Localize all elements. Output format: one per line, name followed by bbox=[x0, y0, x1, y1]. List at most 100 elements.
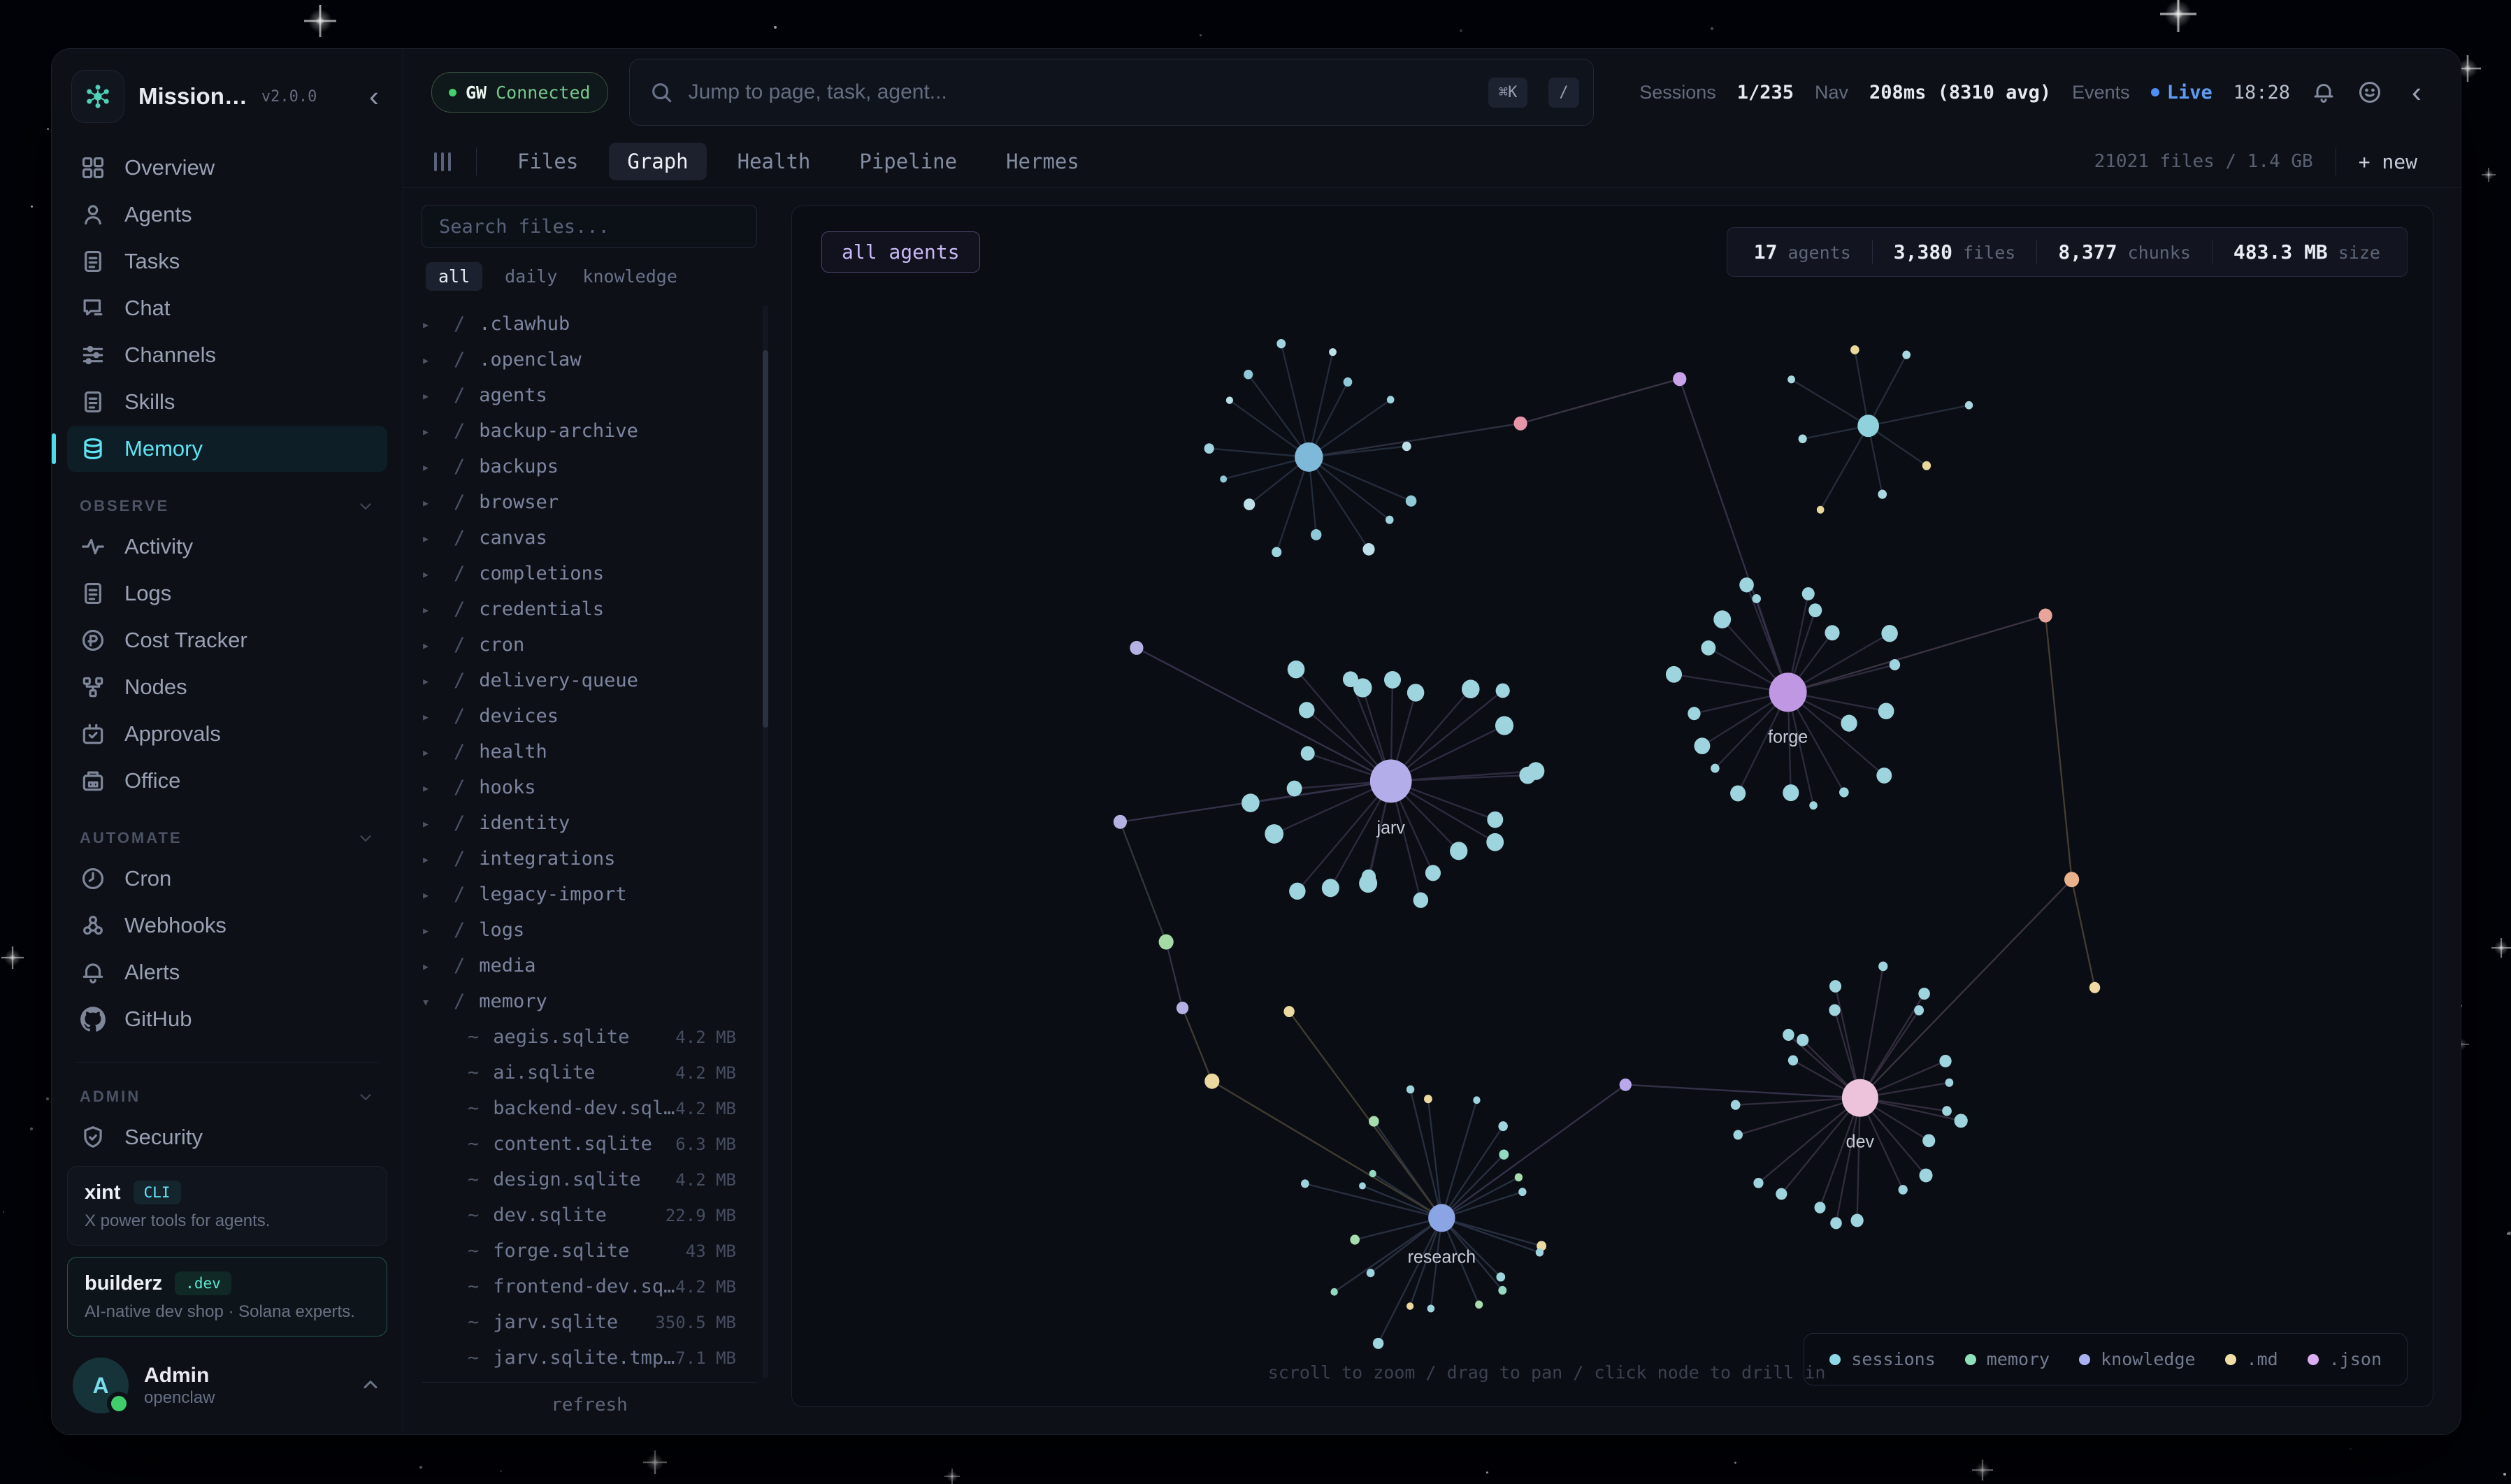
user-menu[interactable]: A Admin openclaw bbox=[67, 1348, 387, 1413]
legend-label: knowledge bbox=[2101, 1349, 2195, 1369]
tree-folder-devices[interactable]: ▸/devices bbox=[422, 698, 757, 734]
sidebar-item-github[interactable]: GitHub bbox=[67, 996, 387, 1042]
section-header-observe[interactable]: OBSERVE bbox=[80, 497, 375, 515]
star-sparkle-icon bbox=[2491, 938, 2511, 958]
sidebar-item-skills[interactable]: Skills bbox=[67, 379, 387, 425]
star-sparkle-icon bbox=[643, 1450, 667, 1474]
sidebar-item-cron[interactable]: Cron bbox=[67, 856, 387, 902]
graph-panel[interactable]: jarvforgedevresearch all agents 17agents… bbox=[791, 206, 2433, 1407]
tree-folder-hooks[interactable]: ▸/hooks bbox=[422, 770, 757, 805]
tree-file-forge-sqlite[interactable]: ~forge.sqlite43 MB bbox=[422, 1233, 757, 1269]
sidebar-item-nodes[interactable]: Nodes bbox=[67, 664, 387, 710]
tab-health[interactable]: Health bbox=[719, 143, 829, 180]
live-dot-icon bbox=[2151, 88, 2159, 96]
new-file-button[interactable]: + new bbox=[2359, 150, 2417, 173]
file-size: 350.5 MB bbox=[655, 1313, 757, 1332]
tab-hermes[interactable]: Hermes bbox=[988, 143, 1098, 180]
scrollbar-thumb[interactable] bbox=[763, 350, 768, 728]
star-sparkle-icon bbox=[1972, 1460, 1993, 1481]
panel-collapse-icon[interactable]: ‹ bbox=[2412, 78, 2422, 107]
tree-folder-agents[interactable]: ▸/agents bbox=[422, 377, 757, 413]
slash-keycap: / bbox=[1548, 78, 1578, 108]
columns-icon[interactable] bbox=[434, 152, 451, 171]
notifications-bell-button[interactable] bbox=[2311, 80, 2336, 105]
tree-file-design-sqlite[interactable]: ~design.sqlite4.2 MB bbox=[422, 1162, 757, 1197]
tree-file-aegis-sqlite[interactable]: ~aegis.sqlite4.2 MB bbox=[422, 1019, 757, 1055]
file-tree-scrollbar[interactable] bbox=[763, 305, 768, 1378]
sidebar-item-approvals[interactable]: Approvals bbox=[67, 711, 387, 757]
tree-file-backend-dev-sql[interactable]: ~backend-dev.sql…4.2 MB bbox=[422, 1090, 757, 1126]
tree-folder-identity[interactable]: ▸/identity bbox=[422, 805, 757, 841]
tree-file-content-sqlite[interactable]: ~content.sqlite6.3 MB bbox=[422, 1126, 757, 1162]
feedback-smiley-button[interactable] bbox=[2357, 80, 2382, 105]
file-size: 6.3 MB bbox=[675, 1134, 757, 1154]
sidebar-item-alerts[interactable]: Alerts bbox=[67, 949, 387, 995]
tree-file-jarv-sqlite-tmp[interactable]: ~jarv.sqlite.tmp…7.1 MB bbox=[422, 1340, 757, 1376]
sidebar-item-activity[interactable]: Activity bbox=[67, 524, 387, 570]
promo-card-xint[interactable]: xintCLIX power tools for agents. bbox=[67, 1166, 387, 1246]
tree-file-dev-sqlite[interactable]: ~dev.sqlite22.9 MB bbox=[422, 1197, 757, 1233]
sidebar-item-tasks[interactable]: Tasks bbox=[67, 238, 387, 284]
webhook-icon bbox=[80, 912, 106, 939]
sidebar-item-chat[interactable]: Chat bbox=[67, 285, 387, 331]
sidebar-item-webhooks[interactable]: Webhooks bbox=[67, 902, 387, 949]
sidebar-item-memory[interactable]: Memory bbox=[67, 426, 387, 472]
file-tree-panel: Search files... all daily knowledge ▸/.cla… bbox=[403, 188, 770, 1434]
global-search-input[interactable]: Jump to page, task, agent... ⌘K / bbox=[629, 59, 1594, 126]
live-label: Live bbox=[2167, 82, 2213, 103]
tree-folder-cron[interactable]: ▸/cron bbox=[422, 627, 757, 663]
stat-label: chunks bbox=[2128, 243, 2191, 263]
refresh-button[interactable]: refresh bbox=[422, 1382, 757, 1427]
tree-folder-browser[interactable]: ▸/browser bbox=[422, 484, 757, 520]
sidebar-item-logs[interactable]: Logs bbox=[67, 570, 387, 617]
tree-folder-openclaw[interactable]: ▸/.openclaw bbox=[422, 342, 757, 377]
clock-icon bbox=[80, 865, 106, 892]
tree-folder-completions[interactable]: ▸/completions bbox=[422, 556, 757, 591]
agent-graph[interactable]: jarvforgedevresearch bbox=[792, 206, 2433, 1406]
section-header-automate[interactable]: AUTOMATE bbox=[80, 829, 375, 847]
promo-card-builderz[interactable]: builderz.devAI-native dev shop · Solana … bbox=[67, 1257, 387, 1337]
sidebar-item-office[interactable]: Office bbox=[67, 758, 387, 804]
gateway-status-badge[interactable]: GW Connected bbox=[431, 72, 608, 113]
sidebar-item-channels[interactable]: Channels bbox=[67, 332, 387, 378]
sidebar-item-security[interactable]: Security bbox=[67, 1114, 387, 1160]
graph-legend: sessionsmemoryknowledge.md.json bbox=[1804, 1333, 2408, 1385]
tree-folder-backup-archive[interactable]: ▸/backup-archive bbox=[422, 413, 757, 449]
live-indicator[interactable]: Live bbox=[2151, 82, 2213, 103]
svg-text:jarv: jarv bbox=[1376, 818, 1406, 838]
file-size: 22.9 MB bbox=[665, 1206, 757, 1225]
tree-folder-canvas[interactable]: ▸/canvas bbox=[422, 520, 757, 556]
sidebar-item-cost-tracker[interactable]: Cost Tracker bbox=[67, 617, 387, 663]
tree-folder-logs[interactable]: ▸/logs bbox=[422, 912, 757, 948]
bell-icon bbox=[80, 959, 106, 986]
tab-graph[interactable]: Graph bbox=[609, 143, 706, 180]
tree-folder-legacy-import[interactable]: ▸/legacy-import bbox=[422, 877, 757, 912]
sidebar-item-label: Chat bbox=[124, 296, 170, 321]
sidebar-collapse-icon[interactable]: ‹ bbox=[369, 82, 383, 111]
tree-folder-credentials[interactable]: ▸/credentials bbox=[422, 591, 757, 627]
tree-folder-delivery-queue[interactable]: ▸/delivery-queue bbox=[422, 663, 757, 698]
tree-folder-health[interactable]: ▸/health bbox=[422, 734, 757, 770]
chip-knowledge[interactable]: knowledge bbox=[580, 262, 679, 291]
tree-file-frontend-dev-sq[interactable]: ~frontend-dev.sq…4.2 MB bbox=[422, 1269, 757, 1304]
file-size: 4.2 MB bbox=[675, 1063, 757, 1083]
tree-folder-media[interactable]: ▸/media bbox=[422, 948, 757, 984]
chip-daily[interactable]: daily bbox=[502, 262, 560, 291]
section-header-admin[interactable]: ADMIN bbox=[80, 1088, 375, 1106]
star-sparkle-icon bbox=[2160, 0, 2196, 32]
tree-folder-integrations[interactable]: ▸/integrations bbox=[422, 841, 757, 877]
file-search-input[interactable]: Search files... bbox=[422, 205, 757, 248]
tree-file-jarv-sqlite[interactable]: ~jarv.sqlite350.5 MB bbox=[422, 1304, 757, 1340]
sidebar-item-agents[interactable]: Agents bbox=[67, 192, 387, 238]
card-title: builderz bbox=[85, 1272, 162, 1295]
tree-folder-backups[interactable]: ▸/backups bbox=[422, 449, 757, 484]
agents-filter-chip[interactable]: all agents bbox=[821, 231, 980, 273]
sidebar-item-overview[interactable]: Overview bbox=[67, 145, 387, 191]
tab-files[interactable]: Files bbox=[499, 143, 596, 180]
chip-all[interactable]: all bbox=[426, 262, 482, 291]
tree-folder-memory[interactable]: ▾/memory bbox=[422, 984, 757, 1019]
tab-pipeline[interactable]: Pipeline bbox=[841, 143, 975, 180]
tree-file-ai-sqlite[interactable]: ~ai.sqlite4.2 MB bbox=[422, 1055, 757, 1090]
pulse-icon bbox=[80, 533, 106, 560]
tree-folder-clawhub[interactable]: ▸/.clawhub bbox=[422, 306, 757, 342]
